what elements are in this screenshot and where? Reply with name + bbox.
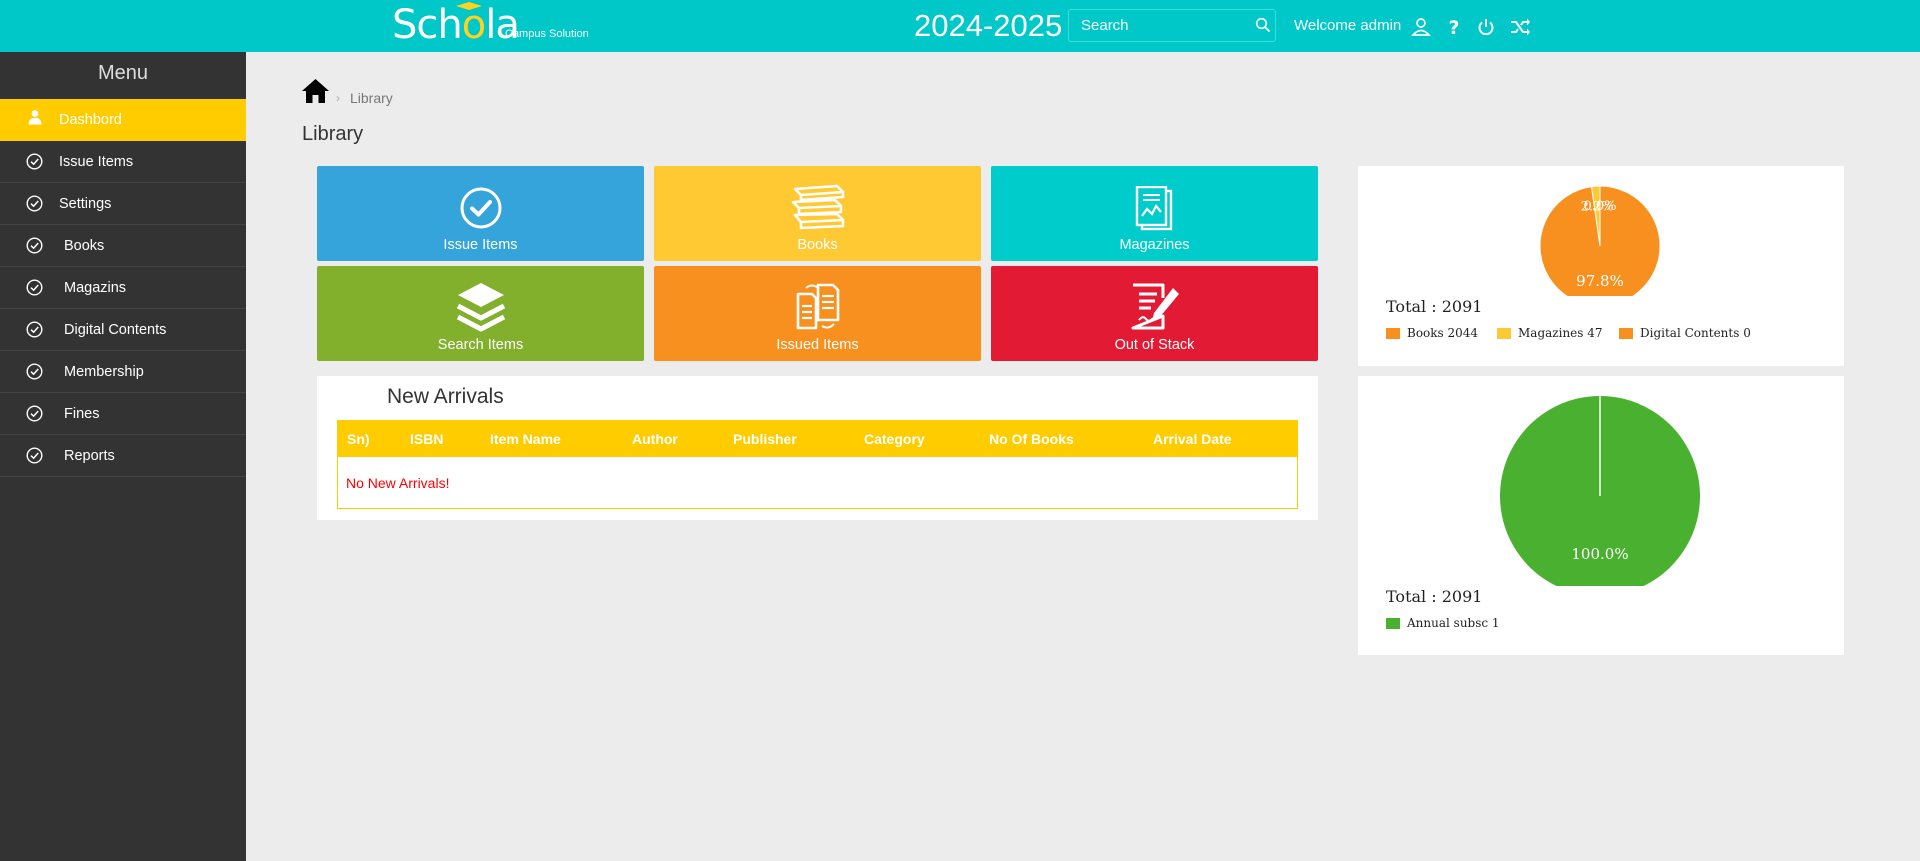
- check-circle-icon: [26, 279, 43, 296]
- sidebar-item-reports[interactable]: Reports: [0, 435, 246, 477]
- empty-message: No New Arrivals!: [346, 475, 450, 491]
- sidebar-item-label: Issue Items: [59, 154, 134, 170]
- check-circle-icon: [26, 153, 43, 170]
- pie-percent-label: 0.0%: [1583, 199, 1616, 214]
- tile-label: Search Items: [437, 337, 524, 353]
- sidebar-item-digital-contents[interactable]: Digital Contents: [0, 309, 246, 351]
- sidebar-item-fines[interactable]: Fines: [0, 393, 246, 435]
- breadcrumb-current: Library: [350, 90, 393, 106]
- breadcrumb-separator: ›: [336, 91, 340, 105]
- chart-panel-inventory: 97.8% 2.2% 0.0% Total : 2091 Books 2044 Ma…: [1358, 166, 1844, 366]
- chart-total: Total : 2091: [1386, 587, 1483, 606]
- graduation-cap-icon: [456, 2, 482, 10]
- menu-title: Menu: [97, 62, 149, 84]
- svg-text:?: ?: [1448, 17, 1459, 38]
- shuffle-icon[interactable]: [1509, 16, 1531, 38]
- academic-year: 2024-2025: [914, 8, 1063, 43]
- edit-document-icon: [1131, 283, 1179, 330]
- column-header-sn: Sn): [347, 431, 370, 447]
- check-circle-icon: [26, 237, 43, 254]
- sidebar-item-label: Digital Contents: [64, 322, 167, 338]
- sidebar-item-magazins[interactable]: Magazins: [0, 267, 246, 309]
- tile-books[interactable]: Books: [654, 166, 981, 261]
- chart-total: Total : 2091: [1386, 297, 1483, 316]
- logo-subtitle: Campus Solution: [505, 28, 589, 40]
- tile-label: Magazines: [1119, 237, 1190, 253]
- chart-panel-membership: 100.0% Total : 2091 Annual subsc 1: [1358, 376, 1844, 655]
- column-header-publisher: Publisher: [733, 431, 797, 447]
- magazine-icon: [1135, 185, 1172, 231]
- search-box: [1068, 9, 1276, 42]
- check-circle-icon: [26, 321, 43, 338]
- tile-label: Issue Items: [443, 237, 518, 253]
- page-title: Library: [302, 123, 364, 145]
- tile-magazines[interactable]: Magazines: [991, 166, 1318, 261]
- new-arrivals-panel: New Arrivals Sn) ISBN Item Name Author P…: [317, 376, 1318, 520]
- search-icon[interactable]: [1255, 17, 1271, 33]
- user-icon: [28, 110, 42, 125]
- sidebar-item-settings[interactable]: Settings: [0, 183, 246, 225]
- tile-label: Out of Stack: [1114, 337, 1195, 353]
- books-icon: [791, 184, 844, 230]
- tile-issue-items[interactable]: Issue Items: [317, 166, 644, 261]
- check-circle-icon: [26, 363, 43, 380]
- tile-label: Issued Items: [776, 337, 859, 353]
- column-header-author: Author: [632, 431, 678, 447]
- sidebar-item-dashboard[interactable]: Dashbord: [0, 99, 246, 141]
- column-header-category: Category: [864, 431, 925, 447]
- check-circle-icon: [26, 195, 43, 212]
- check-circle-icon: [460, 187, 501, 229]
- sidebar-item-books[interactable]: Books: [0, 225, 246, 267]
- tile-search-items[interactable]: Search Items: [317, 266, 644, 361]
- sidebar-item-label: Membership: [64, 364, 144, 380]
- legend-swatch: [1497, 328, 1511, 339]
- home-icon[interactable]: [302, 78, 329, 104]
- user-icon[interactable]: [1410, 16, 1432, 38]
- pie-percent-label: 97.8%: [1576, 272, 1624, 290]
- help-icon[interactable]: ?: [1443, 16, 1465, 38]
- pie-percent-label: 100.0%: [1571, 545, 1628, 563]
- search-input[interactable]: [1069, 10, 1261, 41]
- column-header-arrival-date: Arrival Date: [1153, 431, 1232, 447]
- check-circle-icon: [26, 405, 43, 422]
- sidebar-item-membership[interactable]: Membership: [0, 351, 246, 393]
- sidebar-item-label: Fines: [64, 406, 100, 422]
- column-header-item-name: Item Name: [490, 431, 561, 447]
- sidebar-item-label: Books: [64, 238, 105, 254]
- legend-swatch: [1619, 328, 1633, 339]
- sidebar-item-issue-items[interactable]: Issue Items: [0, 141, 246, 183]
- sidebar-item-label: Dashbord: [59, 112, 122, 128]
- new-arrivals-table: Sn) ISBN Item Name Author Publisher Cate…: [337, 420, 1298, 509]
- new-arrivals-title: New Arrivals: [387, 385, 504, 408]
- sidebar: Menu Dashbord Issue Items Settings Books…: [0, 52, 246, 861]
- column-header-isbn: ISBN: [410, 431, 444, 447]
- layers-icon: [456, 283, 505, 332]
- legend-swatch: [1386, 328, 1400, 339]
- tile-issued-items[interactable]: Issued Items: [654, 266, 981, 361]
- check-circle-icon: [26, 447, 43, 464]
- legend-swatch: [1386, 618, 1400, 629]
- documents-icon: [796, 283, 839, 330]
- sidebar-item-label: Settings: [59, 196, 112, 212]
- tile-label: Books: [797, 237, 838, 253]
- inventory-pie-chart: 97.8%2.2%0.0%: [1539, 185, 1661, 296]
- power-icon[interactable]: [1475, 16, 1497, 38]
- sidebar-item-label: Reports: [64, 448, 115, 464]
- column-header-no-of-books: No Of Books: [989, 431, 1074, 447]
- membership-pie-chart: 100.0%: [1500, 396, 1700, 586]
- top-bar: Schola Campus Solution 2024-2025 Welcome…: [0, 0, 1920, 52]
- welcome-text: Welcome admin: [1294, 17, 1402, 34]
- sidebar-item-label: Magazins: [64, 280, 127, 296]
- table-header: Sn) ISBN Item Name Author Publisher Cate…: [338, 421, 1297, 457]
- sidebar-nav: Dashbord Issue Items Settings Books Maga…: [0, 99, 246, 477]
- tile-out-of-stack[interactable]: Out of Stack: [991, 266, 1318, 361]
